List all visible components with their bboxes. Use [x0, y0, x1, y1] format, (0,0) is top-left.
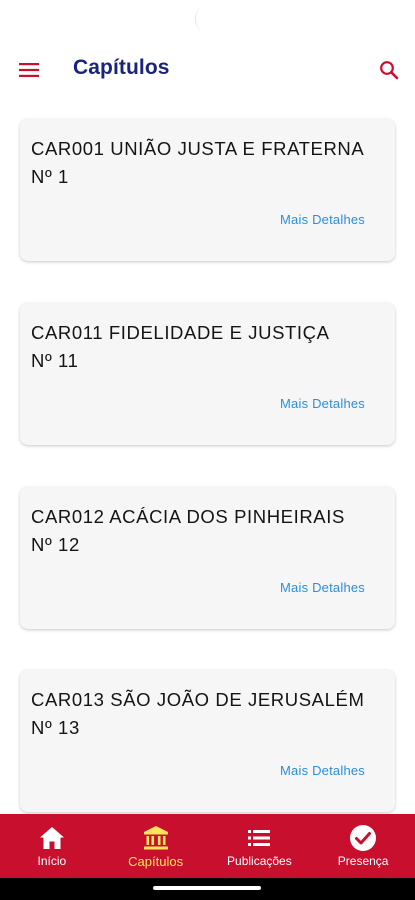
- chapter-name: CAR012 ACÁCIA DOS PINHEIRAIS: [31, 506, 345, 527]
- chapter-name: CAR011 FIDELIDADE E JUSTIÇA: [31, 322, 330, 343]
- nav-label: Publicações: [227, 854, 292, 868]
- chapter-card[interactable]: CAR011 FIDELIDADE E JUSTIÇA Nº 11 Mais D…: [20, 303, 395, 445]
- chapter-list[interactable]: CAR001 UNIÃO JUSTA E FRATERNA Nº 1 Mais …: [0, 102, 415, 814]
- search-button[interactable]: [375, 56, 403, 84]
- chapter-number: Nº 12: [31, 534, 80, 555]
- chapter-number: Nº 13: [31, 717, 80, 738]
- nav-label: Início: [37, 854, 67, 868]
- app-bar: Capítulos: [0, 38, 415, 102]
- chapter-card[interactable]: CAR013 SÃO JOÃO DE JERUSALÉM Nº 13 Mais …: [20, 670, 395, 812]
- chapter-name: CAR001 UNIÃO JUSTA E FRATERNA: [31, 138, 365, 159]
- nav-item-publicacoes[interactable]: Publicações: [208, 814, 312, 878]
- chapter-name: CAR013 SÃO JOÃO DE JERUSALÉM: [31, 689, 365, 710]
- home-indicator[interactable]: [153, 886, 261, 890]
- status-bar: [0, 0, 415, 38]
- search-icon: [380, 61, 399, 80]
- more-details-link[interactable]: Mais Detalhes: [280, 396, 365, 411]
- chapter-card[interactable]: CAR001 UNIÃO JUSTA E FRATERNA Nº 1 Mais …: [20, 119, 395, 261]
- nav-item-inicio[interactable]: Início: [0, 814, 104, 878]
- check-circle-icon: [349, 824, 377, 852]
- more-details-link[interactable]: Mais Detalhes: [280, 580, 365, 595]
- bottom-navigation: Início Capítulos Publicações Presença: [0, 814, 415, 878]
- camera-notch: [195, 8, 209, 30]
- gesture-bar: [0, 878, 415, 900]
- chapter-title: CAR011 FIDELIDADE E JUSTIÇA Nº 11: [31, 319, 386, 375]
- home-icon: [39, 824, 65, 852]
- more-details-link[interactable]: Mais Detalhes: [280, 212, 365, 227]
- chapter-number: Nº 1: [31, 166, 69, 187]
- more-details-link[interactable]: Mais Detalhes: [280, 763, 365, 778]
- nav-item-presenca[interactable]: Presença: [311, 814, 415, 878]
- chapter-title: CAR012 ACÁCIA DOS PINHEIRAIS Nº 12: [31, 503, 386, 559]
- menu-button[interactable]: [16, 58, 42, 82]
- chapter-card[interactable]: CAR012 ACÁCIA DOS PINHEIRAIS Nº 12 Mais …: [20, 487, 395, 629]
- chapter-number: Nº 11: [31, 350, 79, 371]
- page-title: Capítulos: [73, 56, 170, 79]
- chapter-title: CAR013 SÃO JOÃO DE JERUSALÉM Nº 13: [31, 686, 386, 742]
- nav-label: Presença: [337, 854, 389, 868]
- chapter-title: CAR001 UNIÃO JUSTA E FRATERNA Nº 1: [31, 135, 386, 191]
- list-icon: [248, 824, 271, 852]
- nav-label: Capítulos: [128, 853, 184, 869]
- institution-icon: [143, 824, 169, 852]
- hamburger-menu-icon: [19, 63, 39, 77]
- nav-item-capitulos[interactable]: Capítulos: [104, 814, 208, 878]
